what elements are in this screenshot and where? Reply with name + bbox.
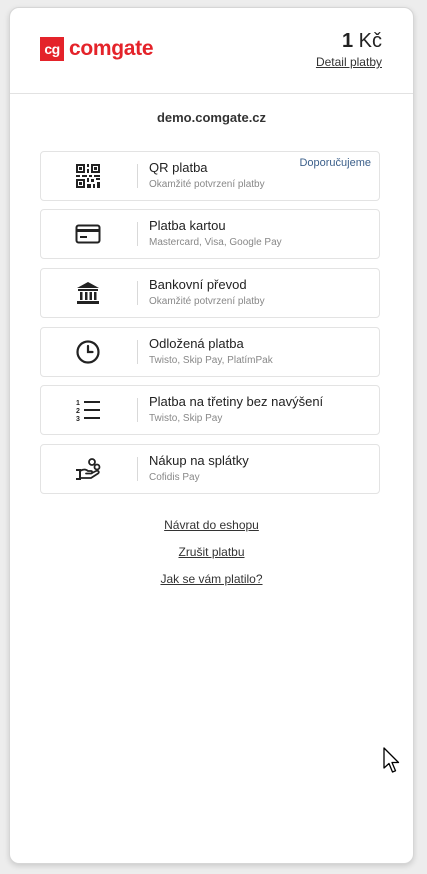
svg-text:2: 2 [76,408,80,415]
method-bank-transfer[interactable]: Bankovní převod Okamžité potvrzení platb… [40,268,380,318]
method-installments[interactable]: Nákup na splátky Cofidis Pay [40,444,380,494]
back-to-eshop-link[interactable]: Návrat do eshopu [10,518,413,532]
hand-coins-icon [76,458,101,480]
credit-card-icon [75,224,101,244]
method-deferred-payment[interactable]: Odložená platba Twisto, Skip Pay, Platím… [40,327,380,377]
divider [137,457,138,481]
logo-mark: cg [40,37,64,61]
divider [137,398,138,422]
method-title: Nákup na splátky [149,453,249,468]
payment-amount: 1 Kč [342,30,382,53]
logo-text: comgate [69,37,154,60]
amount-currency: Kč [358,30,382,52]
comgate-logo: cg comgate [40,37,154,61]
method-subtitle: Twisto, Skip Pay [149,413,223,424]
method-qr-payment[interactable]: QR platba Okamžité potvrzení platby Dopo… [40,151,380,201]
divider [137,281,138,305]
method-title: Odložená platba [149,336,244,351]
divider [137,222,138,246]
method-subtitle: Cofidis Pay [149,472,200,483]
clock-icon [76,340,100,364]
method-title: Bankovní převod [149,277,247,292]
merchant-name: demo.comgate.cz [156,110,267,125]
divider [137,164,138,188]
amount-value: 1 [341,30,354,52]
method-thirds-payment[interactable]: 1 2 3 Platba na třetiny bez navýšení Twi… [40,385,380,435]
method-card-payment[interactable]: Platba kartou Mastercard, Visa, Google P… [40,209,380,259]
numbered-list-icon: 1 2 3 [76,400,100,423]
method-subtitle: Mastercard, Visa, Google Pay [149,237,282,248]
method-subtitle: Okamžité potvrzení platby [149,179,265,190]
bank-icon [77,282,99,304]
header: cg comgate 1 Kč Detail platby [10,8,413,94]
payment-card: cg comgate 1 Kč Detail platby demo.comga… [9,7,414,864]
recommended-badge: Doporučujeme [299,157,371,169]
divider [137,340,138,364]
mouse-cursor-icon [383,747,400,773]
method-title: Platba kartou [149,218,226,233]
method-subtitle: Okamžité potvrzení platby [149,296,265,307]
method-title: Platba na třetiny bez navýšení [149,394,324,409]
qr-code-icon [76,164,100,188]
svg-text:3: 3 [76,416,80,423]
payment-detail-link[interactable]: Detail platby [316,55,382,69]
svg-text:1: 1 [76,400,80,407]
method-title: QR platba [149,160,208,175]
cancel-payment-link[interactable]: Zrušit platbu [10,545,413,559]
feedback-link[interactable]: Jak se vám platilo? [10,572,413,586]
method-subtitle: Twisto, Skip Pay, PlatímPak [149,355,273,366]
